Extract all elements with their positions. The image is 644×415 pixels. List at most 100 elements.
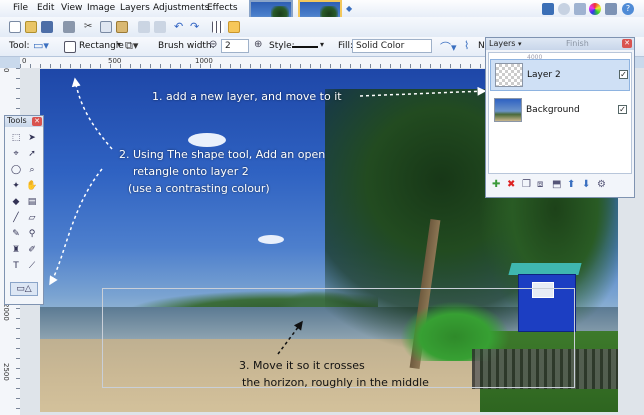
- move-layer-up-icon[interactable]: ⬆: [567, 179, 575, 190]
- undo-icon[interactable]: ↶: [174, 21, 186, 33]
- lasso-icon[interactable]: ⌖: [10, 148, 22, 160]
- ruler-mark: 2500: [2, 363, 10, 381]
- import-layer-icon[interactable]: ⬒: [552, 179, 561, 190]
- brush-width-label: Brush width:: [158, 41, 215, 51]
- cut-icon[interactable]: ✂: [84, 21, 96, 33]
- chevron-down-icon[interactable]: ▾: [117, 40, 121, 49]
- menu-adjustments[interactable]: Adjustments: [153, 3, 209, 13]
- menu-layers[interactable]: Layers: [120, 3, 150, 13]
- tab-scroll-icon[interactable]: ◆: [346, 4, 352, 13]
- recolor-icon[interactable]: ✐: [26, 244, 38, 256]
- main-toolbar: ✂ ↶ ↷: [0, 17, 644, 38]
- arrow-to-layers: [359, 86, 487, 97]
- rectangle-select-icon[interactable]: ⬚: [10, 132, 22, 144]
- move-selection-icon[interactable]: ➤: [26, 132, 38, 144]
- settings-icon[interactable]: [605, 3, 617, 15]
- blend-mode-icon[interactable]: ⌇: [464, 39, 469, 52]
- crop-icon[interactable]: [138, 21, 150, 33]
- arrow-to-toolbar: [71, 77, 113, 150]
- colors-icon[interactable]: [589, 3, 601, 15]
- history-icon[interactable]: [558, 3, 570, 15]
- style-label: Style:: [269, 41, 295, 51]
- tools-window[interactable]: Tools ✕ ⬚ ➤ ⌖ ➚ ◯ ⌕ ✦ ✋ ◆ ▤ ╱ ▱ ✎ ⚲ ♜ ✐ …: [4, 115, 44, 305]
- layer-visibility-checkbox[interactable]: ✓: [619, 70, 628, 79]
- layer-visibility-checkbox[interactable]: ✓: [618, 105, 627, 114]
- paintbrush-icon[interactable]: ╱: [10, 212, 22, 224]
- line-style-preview[interactable]: [292, 46, 318, 48]
- style-chevron-icon[interactable]: ▾: [320, 40, 324, 49]
- layers-close-icon[interactable]: ✕: [622, 39, 632, 48]
- brush-width-input[interactable]: 2: [221, 39, 249, 53]
- ellipse-select-icon[interactable]: ◯: [10, 164, 22, 176]
- menu-image[interactable]: Image: [87, 3, 115, 13]
- tools-close-icon[interactable]: ✕: [32, 117, 42, 126]
- pencil-icon[interactable]: ✎: [10, 228, 22, 240]
- ruler-mark: 1000: [195, 57, 213, 65]
- line-curve-icon[interactable]: ⟋: [26, 260, 38, 272]
- increase-width-icon[interactable]: ⊕: [254, 39, 262, 50]
- menu-edit[interactable]: Edit: [37, 3, 54, 13]
- layers-title-text: Layers: [489, 39, 516, 48]
- color-picker-icon[interactable]: ⚲: [26, 228, 38, 240]
- draw-mode-icon[interactable]: ⧉▾: [125, 39, 138, 53]
- layer-properties-icon[interactable]: ⚙: [597, 179, 606, 190]
- merge-layer-icon[interactable]: ⧈: [537, 179, 543, 190]
- tools-title-text: Tools: [7, 116, 27, 125]
- decrease-width-icon[interactable]: ⊖: [209, 39, 217, 50]
- layers-toggle-icon[interactable]: [574, 3, 586, 15]
- add-layer-icon[interactable]: ✚: [492, 179, 500, 190]
- tool-label: Tool:: [9, 41, 30, 51]
- layers-window[interactable]: Layers ▾ Finish ✕ 4000 Layer 2 ✓ Backgro…: [485, 37, 635, 198]
- paint-bucket-icon[interactable]: ◆: [10, 196, 22, 208]
- layer-name: Layer 2: [527, 70, 561, 80]
- rectangle-shape-icon: [64, 41, 76, 53]
- menu-bar: File Edit View Image Layers Adjustments …: [0, 0, 644, 34]
- print-icon[interactable]: [63, 21, 75, 33]
- layers-list: 4000 Layer 2 ✓ Background ✓: [488, 52, 632, 174]
- clone-stamp-icon[interactable]: ♜: [10, 244, 22, 256]
- shapes-tool-icon[interactable]: ▭△: [10, 282, 38, 296]
- ruler-mark: 2000: [2, 303, 10, 321]
- arrow-to-shape-tool: [49, 168, 103, 286]
- shape-tool-icon[interactable]: ▭▾: [33, 39, 49, 52]
- gradient-icon[interactable]: ▤: [26, 196, 38, 208]
- move-layer-down-icon[interactable]: ⬇: [582, 179, 590, 190]
- tools-toggle-icon[interactable]: [542, 3, 554, 15]
- open-folder-icon[interactable]: [25, 21, 37, 33]
- help-icon[interactable]: ?: [622, 3, 634, 15]
- layer-name: Background: [526, 105, 580, 115]
- paste-icon[interactable]: [116, 21, 128, 33]
- ruler-mark: 0: [2, 68, 10, 73]
- delete-layer-icon[interactable]: ✖: [507, 179, 515, 190]
- zoom-icon[interactable]: ⌕: [26, 164, 38, 176]
- magic-wand-icon[interactable]: ✦: [10, 180, 22, 192]
- deselect-icon[interactable]: [154, 21, 166, 33]
- duplicate-layer-icon[interactable]: ❐: [522, 179, 531, 190]
- layers-finish-label: Finish: [566, 39, 589, 48]
- layer-row-layer-2[interactable]: Layer 2 ✓: [490, 59, 630, 91]
- arrow-to-rectangle: [277, 320, 303, 355]
- fill-label: Fill:: [338, 41, 354, 51]
- save-icon[interactable]: [41, 21, 53, 33]
- layer-row-background[interactable]: Background ✓: [490, 95, 630, 127]
- move-pixels-icon[interactable]: ➚: [26, 148, 38, 160]
- new-file-icon[interactable]: [9, 21, 21, 33]
- layers-window-title: Layers ▾ Finish: [486, 38, 634, 50]
- ruler-mark: 500: [108, 57, 122, 65]
- text-icon[interactable]: T: [10, 260, 22, 272]
- menu-effects[interactable]: Effects: [207, 3, 238, 13]
- menu-file[interactable]: File: [13, 3, 28, 13]
- eraser-icon[interactable]: ▱: [26, 212, 38, 224]
- blend-mode-label: N: [478, 41, 485, 51]
- ruler-mark: 0: [22, 57, 27, 65]
- grid-icon[interactable]: [212, 21, 224, 33]
- antialias-icon[interactable]: ⌒▾: [440, 39, 457, 55]
- pan-icon[interactable]: ✋: [26, 180, 38, 192]
- redo-icon[interactable]: ↷: [190, 21, 202, 33]
- layers-footer-toolbar: ✚ ✖ ❐ ⧈ ⬒ ⬆ ⬇ ⚙: [488, 176, 632, 194]
- layers-title-chevron-icon: ▾: [518, 40, 522, 48]
- menu-view[interactable]: View: [61, 3, 82, 13]
- rulers-icon[interactable]: [228, 21, 240, 33]
- fill-dropdown[interactable]: Solid Color: [352, 39, 432, 53]
- copy-icon[interactable]: [100, 21, 112, 33]
